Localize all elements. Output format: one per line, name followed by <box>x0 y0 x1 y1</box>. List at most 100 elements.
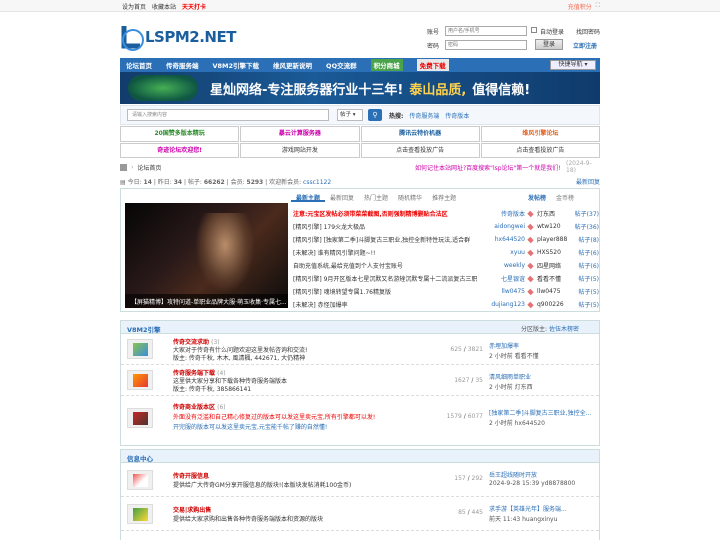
section-title[interactable]: V8M2引擎 <box>127 326 161 334</box>
password-input[interactable] <box>445 40 527 50</box>
nav-server[interactable]: 传奇服务端 <box>166 60 199 70</box>
topic-row[interactable]: [精风引擎] 179火龙大极品 aidongwei <box>293 220 525 233</box>
moderator-name[interactable]: 佐伍木楞密 <box>549 326 579 333</box>
nav-points-mall[interactable]: 积分商城 <box>370 59 403 71</box>
forum-row[interactable]: 交易|求购出售 提供给大家求购和出售各种传奇服务端版本和资源的版块 85 / 4… <box>121 497 599 531</box>
topic-title[interactable]: [精风引擎] [独家第二季]斗脚复古三职业,独控全新特性玩法,适合群 <box>293 235 478 244</box>
text-ad[interactable]: 点击查看投放广告 <box>480 142 600 158</box>
text-ad[interactable]: 维风引擎论坛 <box>480 126 600 142</box>
rank-user[interactable]: llw0475 <box>537 288 561 295</box>
topic-title[interactable]: 注意:元宝区发帖必须带菜菜截图,否则强制精博删贴合法区 <box>293 209 478 218</box>
rank-row[interactable]: llw0475 帖子(5) <box>527 285 599 298</box>
topic-title[interactable]: [未解决] 赤怪加爆率 <box>293 300 478 309</box>
last-post-title[interactable]: 赤埋加爆率 <box>489 341 593 350</box>
tab-random-digest[interactable]: 随机精华 <box>393 191 427 202</box>
search-button[interactable]: ⚲ <box>368 109 382 121</box>
rank-row[interactable]: q900226 帖子(5) <box>527 298 599 311</box>
topic-author[interactable]: aidongwei <box>494 223 525 230</box>
topic-title[interactable]: [精风引擎] 179火龙大极品 <box>293 222 478 231</box>
text-ad[interactable]: 20国赞多版本精玩 <box>120 126 240 142</box>
recharge-link[interactable]: 充值积分 <box>568 2 592 11</box>
expand-icon[interactable]: ⛶ <box>596 2 600 11</box>
hot-search-item[interactable]: 传奇服务端 <box>409 113 439 120</box>
rank-user[interactable]: q900226 <box>537 301 564 308</box>
topic-title[interactable]: [精风引擎] 魂境转望专属1.76精复版 <box>293 287 478 296</box>
topic-author[interactable]: xyuu <box>510 249 525 256</box>
last-post-title[interactable]: 岳王超线随时开放 <box>489 470 593 479</box>
topic-title[interactable]: [精风引擎] 9月开区版本七星沉默又名游矬沉默专属十二流派复古三职 <box>293 274 478 283</box>
forgot-password-link[interactable]: 找回密码 <box>576 27 600 36</box>
register-link[interactable]: 立即注册 <box>573 41 597 50</box>
last-post-title[interactable]: [独家第二季]斗脚复古三职业,独控全... <box>489 408 593 417</box>
topic-row[interactable]: [精风引擎] [独家第二季]斗脚复古三职业,独控全新特性玩法,适合群 hx6445… <box>293 233 525 246</box>
rank-user[interactable]: wtw120 <box>537 223 561 230</box>
tab-post-rank[interactable]: 发帖榜 <box>523 191 551 202</box>
latest-replies-link[interactable]: 最新回复 <box>576 177 600 186</box>
topic-row[interactable]: [未解决] 谁有精风引擎问题~!! xyuu <box>293 246 525 259</box>
tab-coin-rank[interactable]: 金币榜 <box>551 191 579 202</box>
set-home-link[interactable]: 设为首页 <box>122 2 146 11</box>
rank-row[interactable]: 四星网络 帖子(6) <box>527 259 599 272</box>
hot-search-item[interactable]: 传奇版本 <box>445 113 469 120</box>
forum-title[interactable]: 传奇商业版本区 <box>173 404 215 411</box>
forum-row[interactable]: 传奇交流求助 (3) 大家对于传奇有什么问题欢迎这里发帖咨询和交流! 版主: 传… <box>121 334 599 365</box>
rank-row[interactable]: player888 帖子(8) <box>527 233 599 246</box>
section-header[interactable]: V8M2引擎 分区版主: 佐伍木楞密 <box>121 321 599 334</box>
topic-author[interactable]: hx644520 <box>495 236 525 243</box>
text-ad[interactable]: 点击查看投放广告 <box>360 142 480 158</box>
topic-author[interactable]: 传奇版本 <box>501 209 525 218</box>
quick-nav-dropdown[interactable]: 快捷导航 ▾ <box>550 60 596 70</box>
topic-author[interactable]: 七星银谊 <box>501 274 525 283</box>
last-post-title[interactable]: 求手游【英雄光年】服务端... <box>489 504 593 513</box>
tab-latest-topics[interactable]: 最新主题 <box>291 191 326 202</box>
nav-engine-download[interactable]: V8M2引擎下载 <box>213 60 260 70</box>
forum-moderators[interactable]: 版主: 传奇千秋, 385866141 <box>173 384 428 393</box>
bookmark-link[interactable]: 收藏本站 <box>152 2 176 11</box>
rank-user[interactable]: 灯东西 <box>537 209 555 218</box>
text-ad[interactable]: 暴云计算服务器 <box>240 126 360 142</box>
forum-title[interactable]: 传奇开服信息 <box>173 473 209 480</box>
forum-row[interactable]: 传奇服务端下载 (4) 这里供大家分享和下载各种传奇服务端版本 版主: 传奇千秋… <box>121 365 599 396</box>
nav-home[interactable]: 论坛首页 <box>126 60 152 70</box>
home-icon[interactable] <box>120 163 127 171</box>
forum-title[interactable]: 交易|求购出售 <box>173 507 211 514</box>
breadcrumb-home[interactable]: 论坛首页 <box>137 163 161 172</box>
topic-author[interactable]: weekly <box>504 262 525 269</box>
rank-row[interactable]: 看看不懂 帖子(5) <box>527 272 599 285</box>
forum-row[interactable]: 传奇商业版本区 (6) 外面没有泛滥和自己精心修复过的版本可以发这里卖元宝,所有… <box>121 396 599 444</box>
nav-free-download[interactable]: 免费下载 <box>416 59 449 71</box>
rank-user[interactable]: player888 <box>537 236 567 243</box>
rank-user[interactable]: HXS520 <box>537 249 561 256</box>
nav-qq-group[interactable]: QQ交流群 <box>326 60 357 70</box>
auto-login-checkbox[interactable] <box>531 27 537 33</box>
tab-hot-topics[interactable]: 热门主题 <box>359 191 393 202</box>
site-hint-link[interactable]: 如何记住本站网址?百度搜索"lsp论坛"第一个就是我们! <box>415 163 561 172</box>
rank-user[interactable]: 看看不懂 <box>537 274 561 283</box>
search-type-select[interactable]: 帖子 ▾ <box>337 109 363 121</box>
section-title[interactable]: 信息中心 <box>127 455 153 463</box>
forum-row[interactable]: 传奇开服信息 提供给广大传奇GM分享开服信息的版块!(本版块发帖消耗100金币)… <box>121 463 599 497</box>
featured-slide[interactable]: 【屏猫精博】攻特问道-单职业品牌大服·萌玉收集·专属七... <box>125 203 288 308</box>
nav-update-notes[interactable]: 维风更新说明 <box>273 60 312 70</box>
topic-author[interactable]: llw0475 <box>501 288 525 295</box>
daily-checkin-link[interactable]: 天天打卡 <box>182 2 206 11</box>
tab-latest-replies[interactable]: 最新回复 <box>325 191 359 202</box>
topic-title[interactable]: [未解决] 谁有精风引擎问题~!! <box>293 248 478 257</box>
rank-user[interactable]: 四星网络 <box>537 261 561 270</box>
text-ad[interactable]: 游戏网站开发 <box>240 142 360 158</box>
section-header[interactable]: 信息中心 <box>121 450 599 463</box>
topic-row[interactable]: [精风引擎] 9月开区版本七星沉默又名游矬沉默专属十二流派复古三职 七星银谊 <box>293 272 525 285</box>
forum-moderators[interactable]: 版主: 传奇千秋, 木木, 風清楓, 442671, 大仍精神 <box>173 353 428 362</box>
topic-row[interactable]: [精风引擎] 魂境转望专属1.76精复版 llw0475 <box>293 285 525 298</box>
last-post-title[interactable]: 清风细雨单职业 <box>489 372 593 381</box>
topic-row[interactable]: 自助充值系统,最给充值到个人支付宝账号 weekly <box>293 259 525 272</box>
topic-title[interactable]: 自助充值系统,最给充值到个人支付宝账号 <box>293 261 478 270</box>
login-button[interactable]: 登录 <box>535 39 563 50</box>
tab-recommended[interactable]: 推荐主题 <box>427 191 461 202</box>
topic-author[interactable]: dujiang123 <box>491 301 525 308</box>
rank-row[interactable]: wtw120 帖子(36) <box>527 220 599 233</box>
text-ad[interactable]: 腾讯云特价机器 <box>360 126 480 142</box>
topic-row[interactable]: [未解决] 赤怪加爆率 dujiang123 <box>293 298 525 311</box>
rank-row[interactable]: 灯东西 帖子(37) <box>527 207 599 220</box>
site-logo[interactable]: LSPM2.NET <box>120 22 236 54</box>
